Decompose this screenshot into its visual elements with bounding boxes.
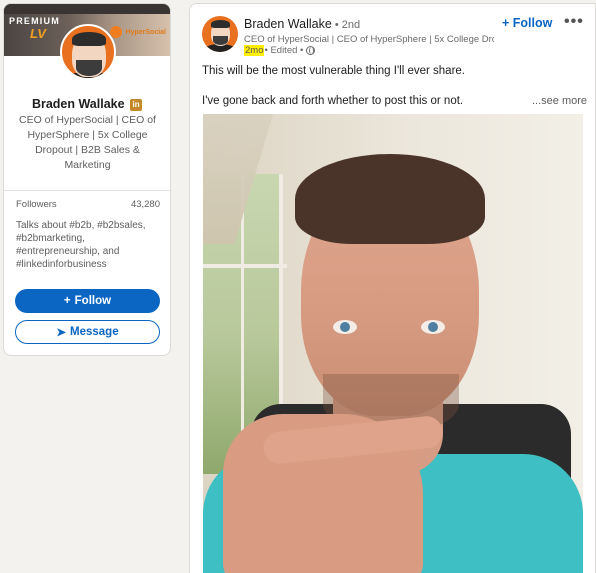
profile-headline: CEO of HyperSocial | CEO of HyperSphere … [19, 114, 156, 171]
plus-icon: + [63, 295, 71, 307]
divider [4, 190, 170, 191]
post-author[interactable]: Braden Wallake • 2nd [244, 17, 360, 31]
post-image[interactable] [203, 114, 583, 573]
message-button[interactable]: ➤ Message [15, 320, 160, 344]
followers-count: 43,280 [130, 199, 160, 210]
send-icon: ➤ [56, 327, 67, 339]
post-meta: 2mo • Edited • [244, 45, 316, 56]
post-author-name[interactable]: Braden Wallake [244, 17, 332, 31]
profile-avatar[interactable] [60, 24, 116, 80]
followers-label: Followers [16, 199, 57, 210]
follow-button[interactable]: + Follow [15, 289, 160, 313]
talks-about: Talks about #b2b, #b2bsales, #b2bmarketi… [16, 220, 146, 270]
follow-button-label: Follow [74, 295, 112, 307]
post-text-line: I've gone back and forth whether to post… [202, 95, 464, 107]
post-author-avatar[interactable] [202, 16, 238, 52]
post-text-line: This will be the most vulnerable thing I… [202, 65, 465, 77]
post-follow-button[interactable]: + Follow [502, 16, 552, 30]
profile-name-text[interactable]: Braden Wallake [32, 97, 125, 111]
banner-strip [4, 4, 170, 14]
post-time[interactable]: 2mo [244, 45, 265, 56]
banner-logo-icon [110, 26, 122, 38]
globe-icon [306, 46, 316, 55]
more-options-icon[interactable]: ••• [564, 13, 584, 31]
post-author-headline: CEO of HyperSocial | CEO of HyperSphere … [244, 34, 494, 45]
banner-logo: LV [30, 26, 46, 41]
banner-brand: HyperSocial [125, 29, 166, 36]
premium-badge: PREMIUM [9, 16, 60, 26]
profile-card: PREMIUM LV HyperSocial Braden Wallake in… [3, 3, 171, 356]
connection-degree: • 2nd [331, 19, 361, 31]
message-button-label: Message [70, 326, 119, 338]
profile-name[interactable]: Braden Wallake in [4, 97, 170, 111]
post-edited: • Edited • [264, 45, 304, 56]
see-more-link[interactable]: ...see more [532, 95, 587, 107]
feed-post: Braden Wallake • 2nd CEO of HyperSocial … [189, 3, 596, 573]
linkedin-premium-icon: in [130, 99, 143, 111]
